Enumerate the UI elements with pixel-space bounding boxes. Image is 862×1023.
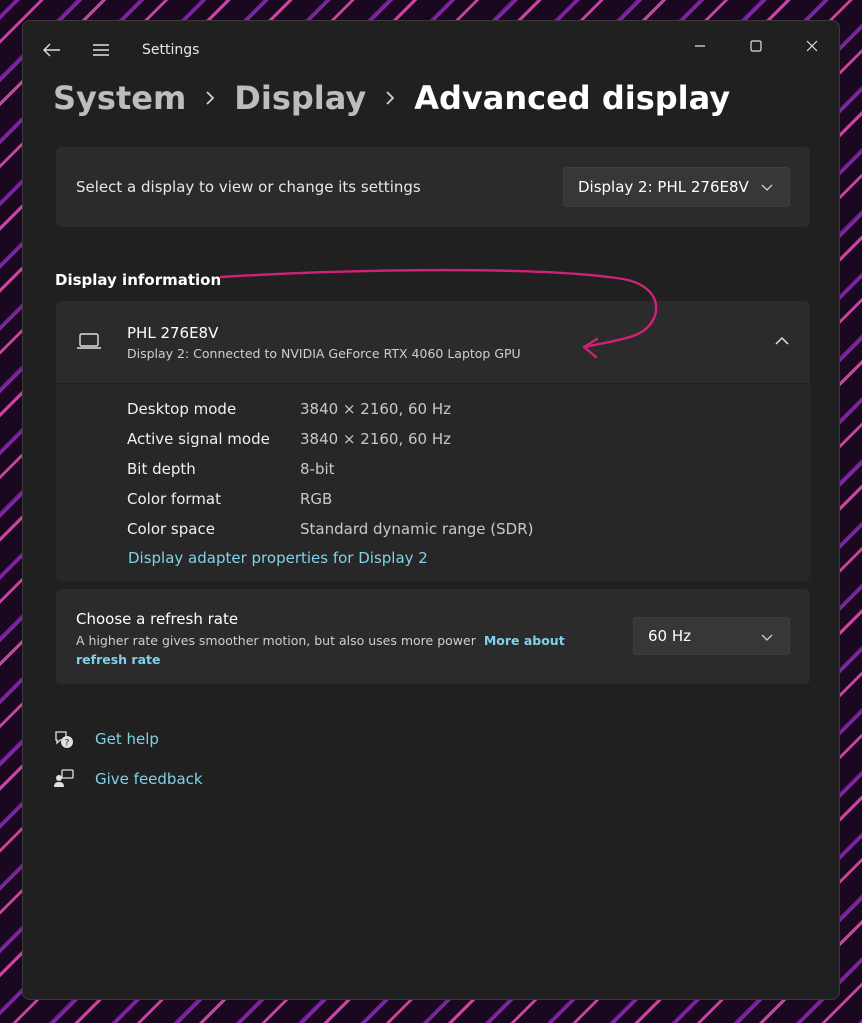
minimize-button[interactable] (678, 31, 722, 61)
help-icon: ? (55, 731, 73, 749)
breadcrumb: System Display Advanced display (53, 79, 730, 117)
close-icon (806, 40, 818, 52)
property-label: Active signal mode (127, 430, 270, 448)
refresh-rate-title: Choose a refresh rate (76, 610, 239, 628)
chevron-down-icon (761, 184, 773, 191)
property-value: 8-bit (300, 460, 335, 478)
display-selector-value: Display 2: PHL 276E8V (578, 178, 749, 196)
maximize-icon (750, 40, 762, 52)
refresh-rate-description-text: A higher rate gives smoother motion, but… (76, 633, 476, 648)
breadcrumb-system[interactable]: System (53, 79, 186, 117)
arrow-left-icon (43, 43, 60, 57)
refresh-rate-description: A higher rate gives smoother motion, but… (76, 631, 596, 669)
navigation-menu-button[interactable] (90, 39, 112, 61)
property-value: 3840 × 2160, 60 Hz (300, 400, 451, 418)
chevron-down-icon (761, 634, 773, 641)
property-value: 3840 × 2160, 60 Hz (300, 430, 451, 448)
minimize-icon (695, 45, 705, 47)
give-feedback-label: Give feedback (95, 770, 203, 788)
display-selector-card: Select a display to view or change its s… (56, 147, 810, 227)
get-help-link[interactable]: ? Get help (53, 728, 159, 750)
app-title: Settings (142, 42, 200, 58)
display-selector-label: Select a display to view or change its s… (76, 178, 421, 196)
section-title-display-information: Display information (55, 271, 222, 289)
get-help-label: Get help (95, 730, 159, 748)
display-selector-dropdown[interactable]: Display 2: PHL 276E8V (563, 167, 790, 207)
close-button[interactable] (790, 31, 834, 61)
property-value: Standard dynamic range (SDR) (300, 520, 534, 538)
property-label: Color space (127, 520, 215, 538)
refresh-rate-card: Choose a refresh rate A higher rate give… (56, 589, 810, 684)
chevron-right-icon (206, 91, 215, 105)
property-label: Color format (127, 490, 221, 508)
property-value: RGB (300, 490, 333, 508)
property-label: Bit depth (127, 460, 196, 478)
maximize-button[interactable] (734, 31, 778, 61)
settings-window: Settings System Display Advanced display… (22, 20, 840, 1000)
monitor-name: PHL 276E8V (127, 324, 219, 342)
refresh-rate-value: 60 Hz (648, 627, 692, 645)
monitor-connection: Display 2: Connected to NVIDIA GeForce R… (127, 346, 521, 361)
back-button[interactable] (41, 39, 63, 61)
chevron-right-icon (386, 91, 395, 105)
display-adapter-properties-link[interactable]: Display adapter properties for Display 2 (128, 549, 428, 567)
page-title: Advanced display (414, 79, 731, 117)
display-information-header[interactable]: PHL 276E8V Display 2: Connected to NVIDI… (56, 301, 810, 383)
chevron-up-icon[interactable] (774, 334, 790, 348)
svg-text:?: ? (65, 739, 70, 749)
laptop-icon (77, 333, 101, 349)
title-bar: Settings (23, 21, 839, 81)
display-information-details: Desktop mode 3840 × 2160, 60 Hz Active s… (56, 384, 810, 581)
hamburger-icon (93, 44, 109, 56)
feedback-icon (54, 769, 74, 787)
property-label: Desktop mode (127, 400, 237, 418)
breadcrumb-display[interactable]: Display (234, 79, 366, 117)
give-feedback-link[interactable]: Give feedback (53, 768, 203, 790)
refresh-rate-dropdown[interactable]: 60 Hz (633, 617, 790, 655)
